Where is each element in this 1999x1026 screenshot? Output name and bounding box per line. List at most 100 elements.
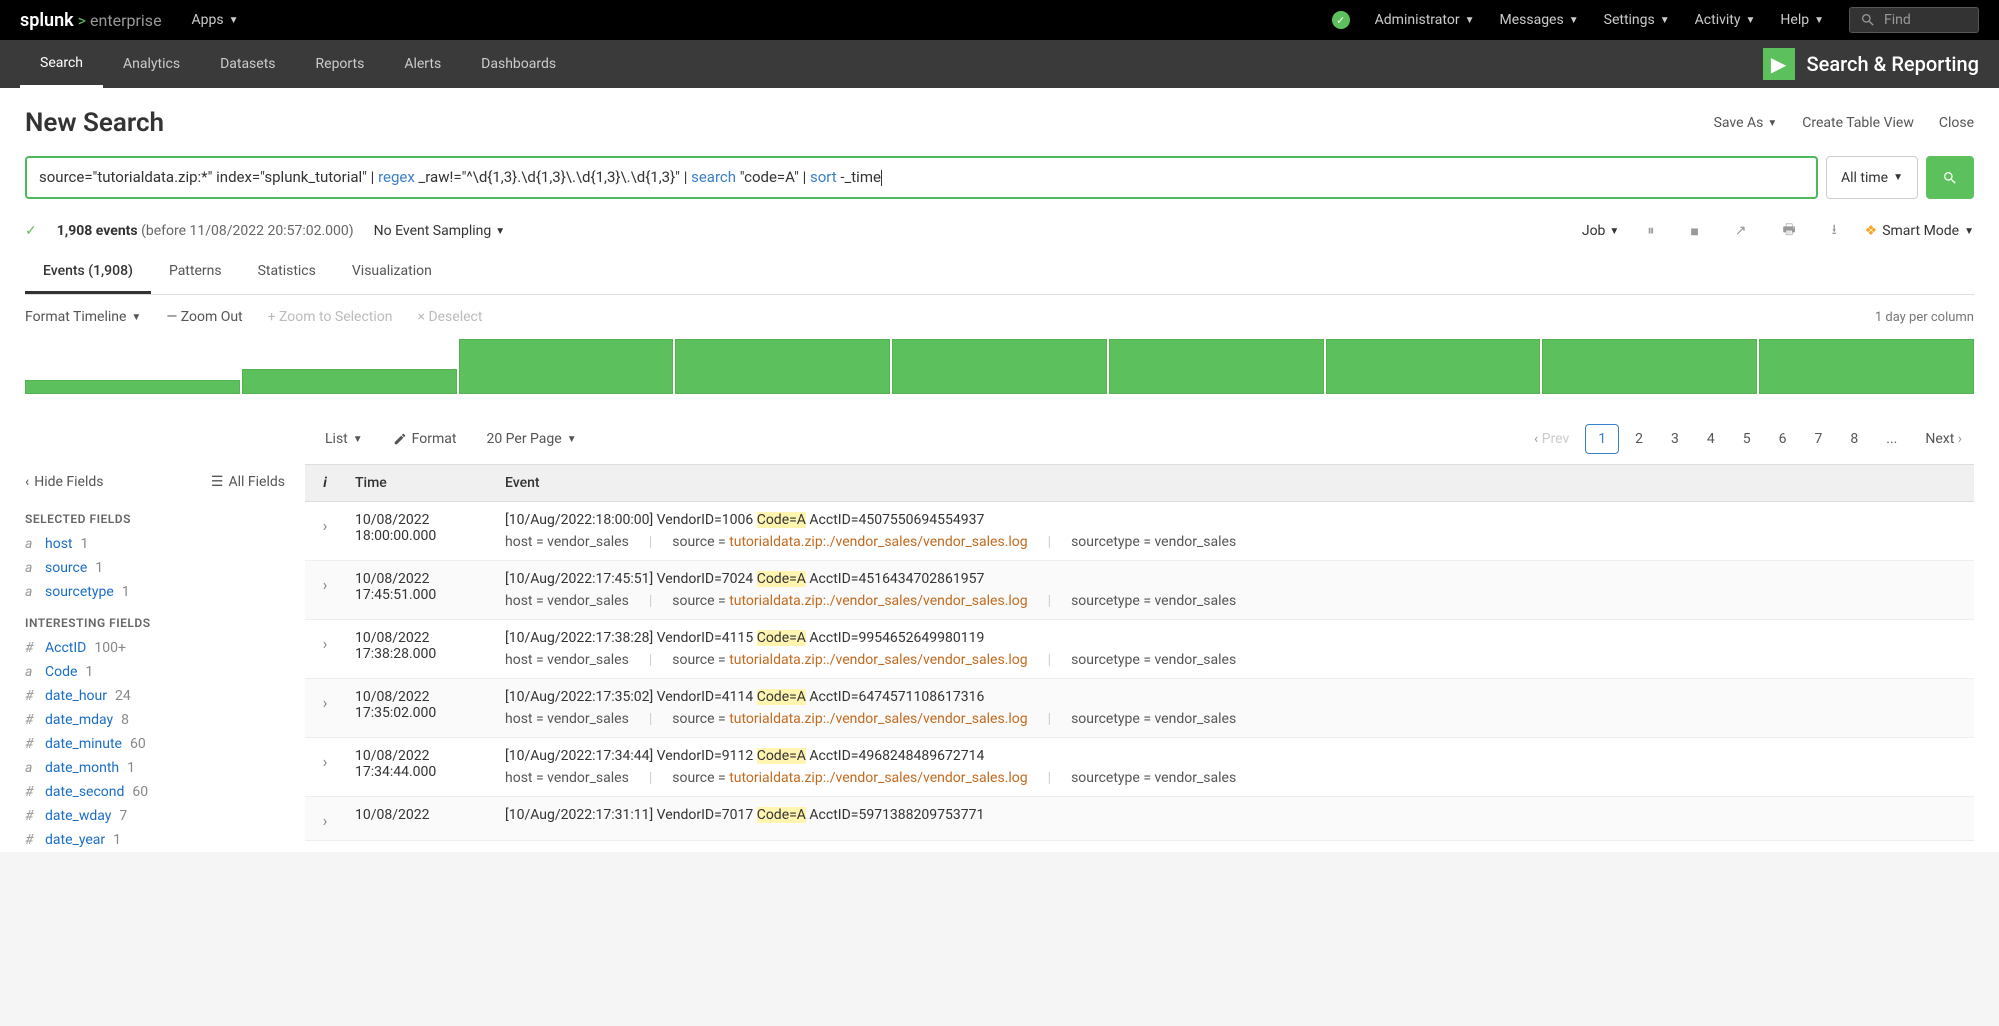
page-...[interactable]: ... (1874, 425, 1909, 453)
sourcetype-value[interactable]: vendor_sales (1154, 770, 1236, 786)
event-raw[interactable]: [10/Aug/2022:18:00:00] VendorID=1006 Cod… (505, 512, 1964, 528)
close-button[interactable]: Close (1939, 115, 1974, 131)
info-col-header[interactable]: i (305, 465, 345, 501)
format-timeline-button[interactable]: Format Timeline ▼ (25, 309, 141, 325)
expand-event-button[interactable]: › (305, 630, 345, 668)
time-col-header[interactable]: Time (345, 465, 495, 501)
page-4[interactable]: 4 (1695, 425, 1727, 453)
event-raw[interactable]: [10/Aug/2022:17:31:11] VendorID=7017 Cod… (505, 807, 1964, 823)
field-row[interactable]: #date_second60 (25, 780, 285, 804)
zoom-out-button[interactable]: — Zoom Out (166, 309, 242, 325)
status-ok-icon[interactable]: ✓ (1332, 11, 1350, 29)
nav-tab-search[interactable]: Search (20, 40, 103, 88)
timeline-bar[interactable] (675, 339, 890, 394)
create-table-view-button[interactable]: Create Table View (1802, 115, 1914, 131)
field-row[interactable]: #date_mday8 (25, 708, 285, 732)
event-col-header[interactable]: Event (495, 465, 1974, 501)
host-value[interactable]: vendor_sales (547, 534, 629, 550)
share-icon[interactable]: ↗ (1727, 223, 1755, 239)
timeline-bar[interactable] (892, 339, 1107, 394)
time-range-picker[interactable]: All time ▼ (1826, 156, 1918, 199)
timeline-bar[interactable] (1542, 339, 1757, 394)
all-fields-button[interactable]: ☰ All Fields (211, 474, 285, 490)
timeline-bar[interactable] (1109, 339, 1324, 394)
field-name[interactable]: host (45, 536, 73, 552)
source-value[interactable]: tutorialdata.zip:./vendor_sales/vendor_s… (729, 593, 1027, 609)
field-name[interactable]: date_year (45, 832, 105, 848)
search-mode-dropdown[interactable]: ❖Smart Mode ▼ (1865, 223, 1974, 239)
activity-dropdown[interactable]: Activity▼ (1695, 12, 1756, 28)
expand-event-button[interactable]: › (305, 689, 345, 727)
event-sampling-dropdown[interactable]: No Event Sampling ▼ (374, 223, 506, 239)
find-input[interactable]: Find (1849, 7, 1979, 33)
search-input[interactable]: source="tutorialdata.zip:*" index="splun… (25, 156, 1818, 199)
field-name[interactable]: date_hour (45, 688, 107, 704)
hide-fields-button[interactable]: ‹ Hide Fields (25, 474, 104, 490)
apps-dropdown[interactable]: Apps▼ (192, 12, 239, 28)
field-row[interactable]: #AcctID100+ (25, 636, 285, 660)
field-row[interactable]: ahost1 (25, 532, 285, 556)
sourcetype-value[interactable]: vendor_sales (1154, 534, 1236, 550)
field-row[interactable]: asourcetype1 (25, 580, 285, 604)
download-icon[interactable]: ⭳ (1824, 219, 1845, 243)
field-name[interactable]: source (45, 560, 87, 576)
list-mode-dropdown[interactable]: List ▼ (325, 431, 363, 447)
nav-tab-reports[interactable]: Reports (296, 40, 385, 88)
source-value[interactable]: tutorialdata.zip:./vendor_sales/vendor_s… (729, 534, 1027, 550)
brand-logo[interactable]: splunk > enterprise (20, 10, 162, 31)
host-value[interactable]: vendor_sales (547, 593, 629, 609)
stop-icon[interactable]: ■ (1682, 223, 1706, 240)
event-raw[interactable]: [10/Aug/2022:17:34:44] VendorID=9112 Cod… (505, 748, 1964, 764)
settings-dropdown[interactable]: Settings▼ (1604, 12, 1670, 28)
administrator-dropdown[interactable]: Administrator▼ (1375, 12, 1475, 28)
timeline-bar[interactable] (459, 339, 674, 394)
app-title[interactable]: ▶ Search & Reporting (1763, 48, 1979, 80)
field-row[interactable]: aCode1 (25, 660, 285, 684)
sourcetype-value[interactable]: vendor_sales (1154, 711, 1236, 727)
run-search-button[interactable] (1926, 156, 1974, 199)
timeline-bar[interactable] (242, 369, 457, 394)
result-tab-events[interactable]: Events (1,908) (25, 251, 151, 294)
pause-icon[interactable]: ⏸ (1639, 223, 1662, 239)
help-dropdown[interactable]: Help▼ (1780, 12, 1824, 28)
result-tab-patterns[interactable]: Patterns (151, 251, 240, 294)
timeline-bar[interactable] (25, 380, 240, 394)
nav-tab-analytics[interactable]: Analytics (103, 40, 200, 88)
result-tab-statistics[interactable]: Statistics (240, 251, 334, 294)
print-icon[interactable]: 🖶 (1775, 219, 1804, 243)
page-5[interactable]: 5 (1731, 425, 1763, 453)
per-page-dropdown[interactable]: 20 Per Page ▼ (486, 431, 576, 447)
host-value[interactable]: vendor_sales (547, 652, 629, 668)
field-name[interactable]: date_second (45, 784, 124, 800)
event-raw[interactable]: [10/Aug/2022:17:45:51] VendorID=7024 Cod… (505, 571, 1964, 587)
field-row[interactable]: asource1 (25, 556, 285, 580)
field-name[interactable]: Code (45, 664, 77, 680)
expand-event-button[interactable]: › (305, 748, 345, 786)
event-raw[interactable]: [10/Aug/2022:17:38:28] VendorID=4115 Cod… (505, 630, 1964, 646)
page-7[interactable]: 7 (1803, 425, 1835, 453)
timeline-chart[interactable] (25, 339, 1974, 394)
sourcetype-value[interactable]: vendor_sales (1154, 593, 1236, 609)
nav-tab-dashboards[interactable]: Dashboards (461, 40, 576, 88)
field-name[interactable]: date_mday (45, 712, 113, 728)
host-value[interactable]: vendor_sales (547, 770, 629, 786)
source-value[interactable]: tutorialdata.zip:./vendor_sales/vendor_s… (729, 652, 1027, 668)
sourcetype-value[interactable]: vendor_sales (1154, 652, 1236, 668)
format-button[interactable]: Format (393, 431, 457, 447)
timeline-bar[interactable] (1326, 339, 1541, 394)
field-row[interactable]: #date_wday7 (25, 804, 285, 828)
source-value[interactable]: tutorialdata.zip:./vendor_sales/vendor_s… (729, 770, 1027, 786)
expand-event-button[interactable]: › (305, 807, 345, 830)
page-2[interactable]: 2 (1623, 425, 1655, 453)
expand-event-button[interactable]: › (305, 571, 345, 609)
page-1[interactable]: 1 (1585, 424, 1619, 454)
field-row[interactable]: #date_year1 (25, 828, 285, 852)
nav-tab-alerts[interactable]: Alerts (384, 40, 461, 88)
field-row[interactable]: adate_month1 (25, 756, 285, 780)
source-value[interactable]: tutorialdata.zip:./vendor_sales/vendor_s… (729, 711, 1027, 727)
field-row[interactable]: #date_hour24 (25, 684, 285, 708)
host-value[interactable]: vendor_sales (547, 711, 629, 727)
save-as-button[interactable]: Save As ▼ (1714, 115, 1778, 131)
field-name[interactable]: date_month (45, 760, 119, 776)
field-row[interactable]: #date_minute60 (25, 732, 285, 756)
